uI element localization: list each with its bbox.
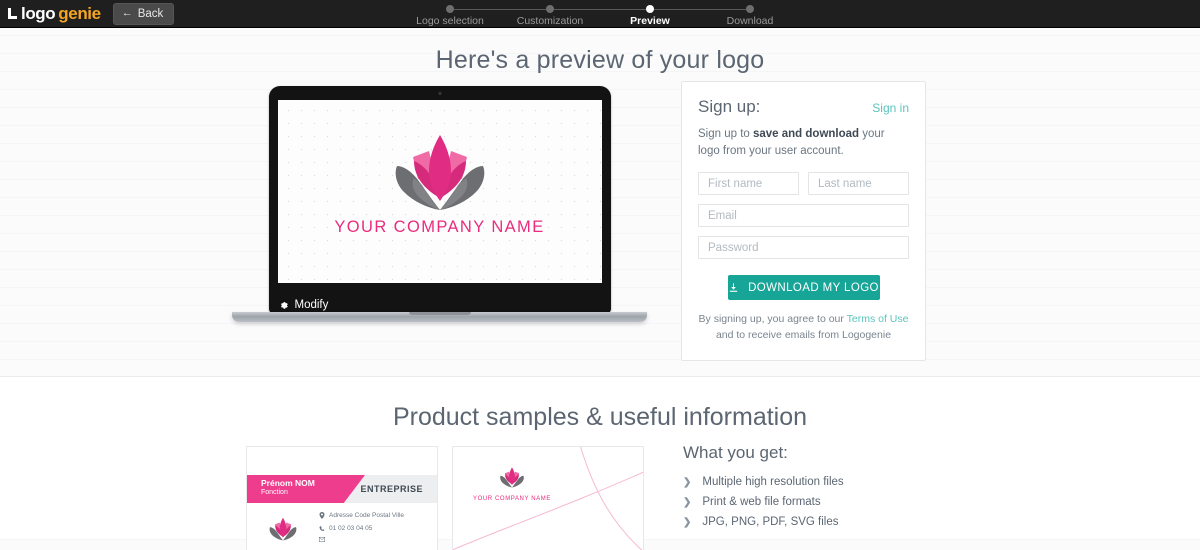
mail-icon — [319, 536, 325, 542]
laptop-lid: YOUR COMPANY NAME Modify — [268, 86, 611, 313]
step-label: Download — [726, 15, 774, 27]
business-card-body: Adresse Code Postal Ville 01 02 03 04 05 — [247, 509, 404, 546]
password-input[interactable] — [698, 236, 909, 260]
lower-section: Product samples & useful information Pré… — [0, 377, 1200, 550]
step-connector — [650, 9, 750, 10]
back-button[interactable]: ← Back — [112, 2, 175, 25]
step-connector — [550, 9, 650, 10]
step-label: Preview — [630, 15, 670, 27]
signin-link[interactable]: Sign in — [872, 101, 909, 115]
map-pin-icon — [319, 512, 325, 520]
business-card-name-block: Prénom NOM Fonction — [247, 475, 365, 503]
chevron-right-icon: ❯ — [683, 476, 692, 488]
business-card-name: Prénom NOM — [261, 478, 315, 488]
lotus-flower-in-hands-icon — [269, 517, 297, 541]
lotus-flower-in-hands-icon — [500, 467, 524, 488]
phone-icon — [319, 526, 325, 532]
step-label: Logo selection — [416, 15, 484, 27]
list-item-label: JPG, PNG, PDF, SVG files — [702, 516, 839, 528]
last-name-input[interactable] — [808, 172, 909, 196]
first-name-input[interactable] — [698, 172, 799, 196]
what-you-get-list: ❯ Multiple high resolution files ❯ Print… — [683, 476, 844, 528]
terms-text: By signing up, you agree to our Terms of… — [698, 312, 909, 344]
terms-before: By signing up, you agree to our — [698, 313, 847, 326]
step-dot — [546, 5, 554, 13]
top-bar: logo genie ← Back Logo selection Customiz… — [0, 0, 1200, 28]
letterhead-logo: YOUR COMPANY NAME — [473, 465, 551, 502]
arrow-left-icon: ← — [121, 7, 133, 19]
what-you-get-section: What you get: ❯ Multiple high resolution… — [683, 443, 844, 536]
business-card-logo — [247, 509, 319, 546]
step-dot — [446, 5, 454, 13]
business-card-address-row: Adresse Code Postal Ville — [319, 509, 404, 522]
list-item-label: Print & web file formats — [702, 496, 821, 508]
signup-card: Sign up: Sign in Sign up to save and dow… — [681, 81, 926, 361]
chevron-right-icon: ❯ — [683, 516, 692, 528]
brand-logo-part1: logo — [21, 3, 56, 23]
brand-logo-part2: genie — [58, 3, 101, 23]
step-dot — [646, 5, 654, 13]
business-card-extra-row — [319, 536, 404, 543]
step-download[interactable]: Download — [700, 0, 800, 27]
logo-artwork: YOUR COMPANY NAME — [278, 126, 602, 237]
letterhead-sample[interactable]: YOUR COMPANY NAME — [452, 446, 644, 550]
chevron-right-icon: ❯ — [683, 496, 692, 508]
logo-canvas: YOUR COMPANY NAME — [277, 100, 602, 283]
signup-subtitle: Sign up to save and download your logo f… — [698, 126, 909, 159]
signup-header: Sign up: Sign in — [698, 97, 909, 117]
list-item: ❯ Print & web file formats — [683, 496, 844, 508]
step-dot — [746, 5, 754, 13]
download-icon — [729, 283, 738, 293]
email-input[interactable] — [698, 204, 909, 228]
company-name-text: YOUR COMPANY NAME — [334, 218, 545, 236]
business-card-company: ENTREPRISE — [360, 484, 423, 494]
signup-subtitle-before: Sign up to — [698, 128, 753, 140]
list-item: ❯ JPG, PNG, PDF, SVG files — [683, 516, 844, 528]
page-title: Here's a preview of your logo — [435, 46, 765, 74]
business-card-function: Fonction — [261, 488, 288, 496]
webcam-icon — [438, 92, 441, 95]
back-button-label: Back — [137, 7, 164, 20]
modify-button-label: Modify — [294, 299, 329, 311]
letterhead-company-name: YOUR COMPANY NAME — [473, 496, 551, 502]
logogenie-mark-icon — [8, 8, 17, 19]
signup-subtitle-bold: save and download — [752, 128, 860, 140]
brand-logo[interactable]: logo genie — [8, 4, 101, 24]
step-logo-selection[interactable]: Logo selection — [400, 0, 550, 27]
list-item-label: Multiple high resolution files — [702, 476, 844, 488]
gear-icon — [280, 301, 288, 309]
signup-title: Sign up: — [698, 97, 761, 116]
business-card-phone: 01 02 03 04 05 — [329, 525, 373, 533]
preview-stage: YOUR COMPANY NAME Modify Sign up: Sign i… — [0, 81, 1200, 376]
product-samples: Prénom NOM Fonction ENTREPRISE Adresse C… — [246, 446, 644, 550]
step-preview[interactable]: Preview — [600, 0, 750, 27]
step-indicator: Logo selection Customization Preview Dow… — [0, 0, 1200, 27]
laptop-bottom-bezel — [277, 283, 602, 297]
business-card-phone-row: 01 02 03 04 05 — [319, 522, 404, 535]
laptop-base — [232, 312, 647, 322]
business-card-banner: Prénom NOM Fonction ENTREPRISE — [247, 475, 437, 503]
download-my-logo-button[interactable]: DOWNLOAD MY LOGO — [727, 275, 880, 301]
business-card-sample[interactable]: Prénom NOM Fonction ENTREPRISE Adresse C… — [246, 446, 438, 550]
what-you-get-title: What you get: — [683, 443, 788, 462]
terms-of-use-link[interactable]: Terms of Use — [847, 313, 909, 325]
lower-section-title: Product samples & useful information — [392, 403, 808, 431]
step-label: Customization — [516, 15, 584, 27]
laptop-mockup: YOUR COMPANY NAME Modify — [232, 86, 647, 322]
list-item: ❯ Multiple high resolution files — [683, 476, 844, 488]
terms-after: and to receive emails from Logogenie — [715, 329, 892, 342]
business-card-contact: Adresse Code Postal Ville 01 02 03 04 05 — [319, 509, 404, 546]
modify-button[interactable]: Modify — [278, 299, 329, 311]
lotus-flower-in-hands-icon — [395, 135, 484, 210]
name-field-row — [698, 172, 909, 196]
business-card-address: Adresse Code Postal Ville — [329, 512, 405, 519]
download-button-label: DOWNLOAD MY LOGO — [748, 281, 879, 294]
step-connector — [450, 9, 550, 10]
step-customization[interactable]: Customization — [500, 0, 650, 27]
